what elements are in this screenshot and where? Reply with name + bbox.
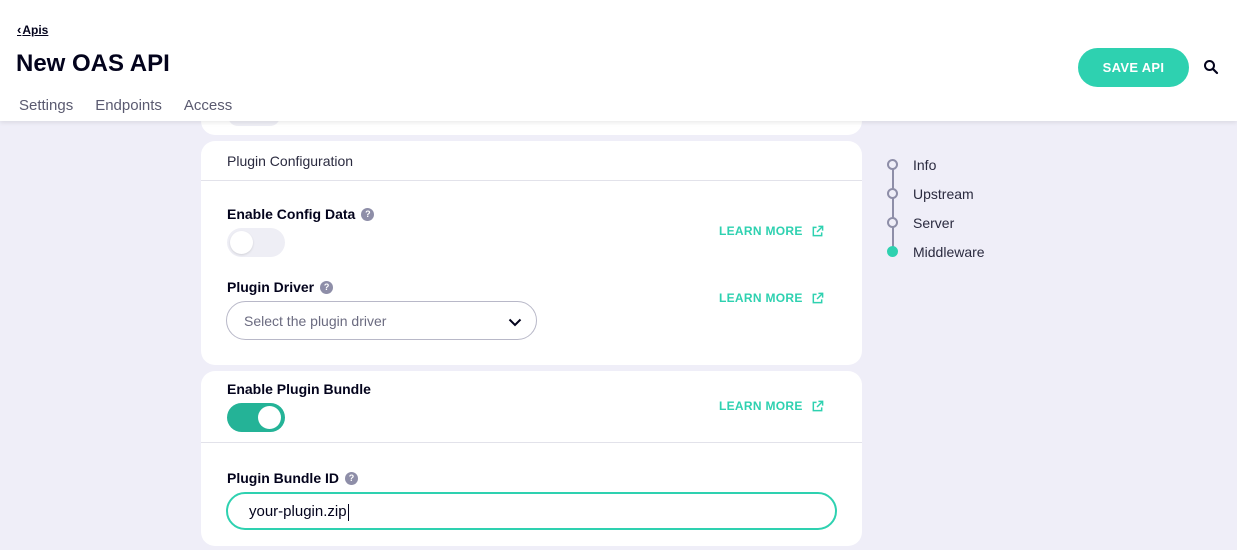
- plugin-configuration-card: Plugin Configuration Enable Config Data …: [201, 141, 862, 365]
- help-icon[interactable]: ?: [361, 207, 375, 221]
- select-placeholder: Select the plugin driver: [244, 313, 387, 329]
- plugin-driver-label: Plugin Driver ?: [227, 279, 334, 295]
- back-link-apis[interactable]: ‹ Apis: [17, 22, 48, 37]
- section-heading: Plugin Configuration: [227, 153, 354, 169]
- page-header: ‹ Apis New OAS API Settings Endpoints Ac…: [0, 0, 1237, 121]
- enable-config-data-label: Enable Config Data ?: [227, 206, 375, 222]
- external-link-icon: [812, 225, 824, 236]
- step-dot-icon: [887, 159, 898, 170]
- tab-settings[interactable]: Settings: [19, 97, 73, 114]
- step-label: Upstream: [913, 185, 974, 202]
- text-caret: [347, 503, 349, 521]
- step-dot-icon: [887, 217, 898, 228]
- field-label-text: Plugin Bundle ID: [227, 470, 339, 486]
- stepper-item-server[interactable]: Server: [887, 208, 985, 237]
- step-dot-active-icon: [887, 246, 898, 257]
- help-icon[interactable]: ?: [320, 280, 334, 294]
- enable-config-data-toggle[interactable]: [227, 228, 285, 257]
- external-link-icon: [812, 400, 824, 411]
- search-icon[interactable]: [1203, 59, 1219, 75]
- tab-access[interactable]: Access: [184, 97, 232, 114]
- toggle-knob: [230, 231, 253, 254]
- field-label-text: Plugin Driver: [227, 279, 315, 295]
- plugin-driver-select[interactable]: Select the plugin driver: [226, 301, 537, 340]
- external-link-icon: [812, 292, 824, 303]
- plugin-bundle-id-input[interactable]: your-plugin.zip: [226, 492, 837, 530]
- step-dot-icon: [887, 188, 898, 199]
- learn-more-plugin-driver-link[interactable]: LEARN MORE: [719, 291, 824, 305]
- field-label-text: Enable Config Data: [227, 206, 356, 222]
- divider: [201, 180, 862, 181]
- chevron-left-icon: ‹: [17, 22, 22, 37]
- page-title: New OAS API: [16, 50, 170, 77]
- step-label: Middleware: [913, 243, 985, 260]
- save-api-button[interactable]: SAVE API: [1078, 48, 1189, 87]
- tab-endpoints[interactable]: Endpoints: [95, 97, 162, 114]
- divider: [201, 442, 862, 443]
- section-stepper: Info Upstream Server Middleware: [887, 150, 985, 266]
- plugin-bundle-card: Enable Plugin Bundle LEARN MORE Plugin B…: [201, 371, 862, 546]
- back-link-label: Apis: [22, 22, 49, 37]
- learn-more-label: LEARN MORE: [719, 399, 803, 413]
- learn-more-label: LEARN MORE: [719, 291, 803, 305]
- stepper-item-middleware[interactable]: Middleware: [887, 237, 985, 266]
- toggle-knob: [258, 406, 281, 429]
- enable-plugin-bundle-toggle[interactable]: [227, 403, 285, 432]
- input-value-text: your-plugin.zip: [249, 503, 347, 520]
- plugin-bundle-id-label: Plugin Bundle ID ?: [227, 470, 358, 486]
- help-icon[interactable]: ?: [345, 471, 358, 485]
- stepper-item-upstream[interactable]: Upstream: [887, 179, 985, 208]
- learn-more-label: LEARN MORE: [719, 224, 803, 238]
- learn-more-plugin-bundle-link[interactable]: LEARN MORE: [719, 399, 824, 413]
- learn-more-config-data-link[interactable]: LEARN MORE: [719, 224, 824, 238]
- tab-bar: Settings Endpoints Access: [19, 97, 232, 114]
- enable-plugin-bundle-label: Enable Plugin Bundle: [227, 381, 371, 397]
- step-label: Server: [913, 214, 955, 231]
- input-value: your-plugin.zip: [249, 503, 349, 521]
- step-label: Info: [913, 156, 937, 173]
- field-label-text: Enable Plugin Bundle: [227, 381, 371, 397]
- stepper-item-info[interactable]: Info: [887, 150, 985, 179]
- chevron-down-icon: [508, 318, 522, 327]
